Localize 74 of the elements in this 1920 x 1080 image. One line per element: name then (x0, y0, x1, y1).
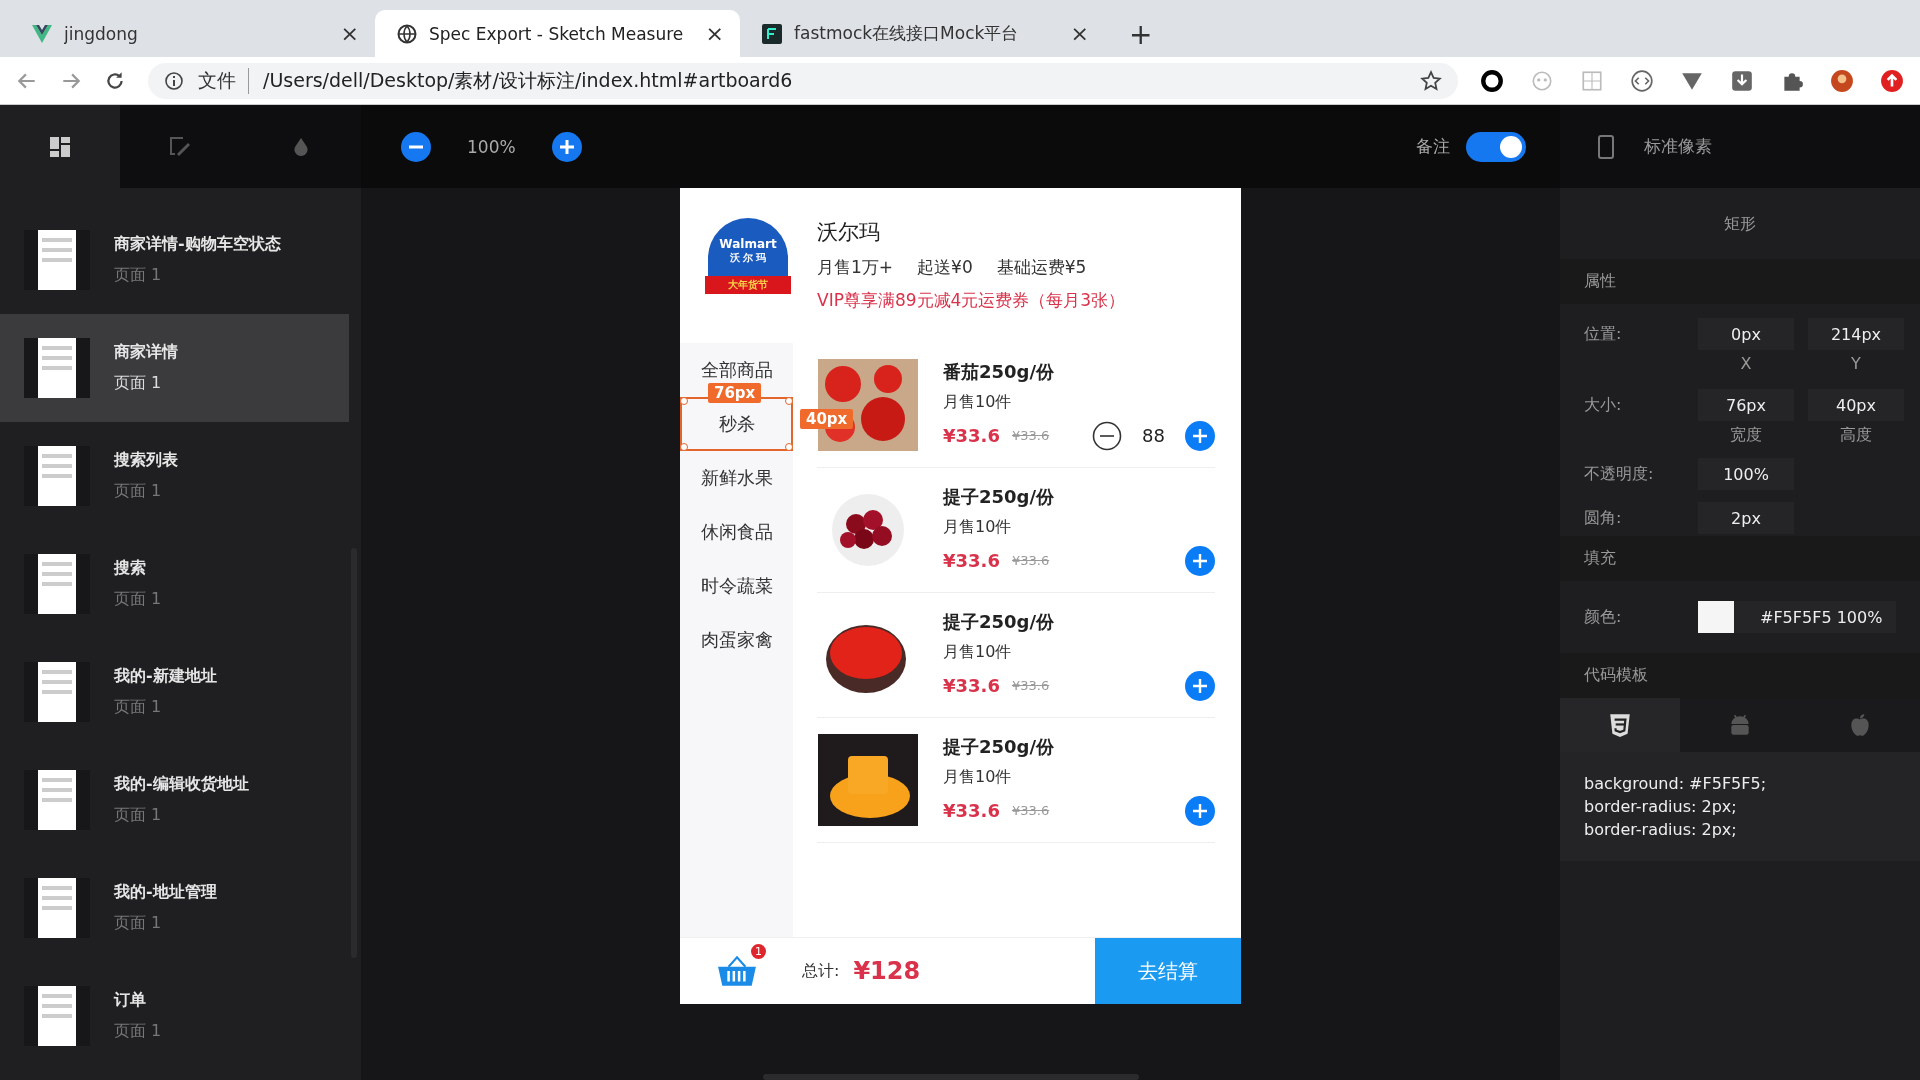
section-heading: 属性 (1560, 259, 1920, 304)
product-sales: 月售10件 (943, 516, 1013, 538)
store-name: 沃尔玛 (817, 219, 881, 246)
property-caption: Y (1851, 354, 1861, 373)
page-label: 页面 1 (114, 373, 163, 394)
property-caption: 高度 (1840, 425, 1872, 446)
property-value: 100% (1698, 458, 1794, 490)
color-value: #F5F5F5 100% (1759, 607, 1883, 627)
artboard-title: 商家详情-购物车空状态 (114, 234, 281, 255)
promo-text: VIP尊享满89元减4元运费券（每月3张） (817, 289, 1126, 312)
property-label: 不透明度: (1584, 463, 1655, 485)
property-label: 大小: (1584, 394, 1623, 416)
product-name: 提子250g/份 (943, 734, 1056, 759)
artboard-title: 搜索 (114, 558, 147, 579)
original-price: ¥33.6 (1011, 553, 1050, 568)
total-label: 总计: (802, 960, 840, 982)
code-line: border-radius: 2px; (1584, 797, 1738, 816)
original-price: ¥33.6 (1011, 428, 1050, 443)
product-price: ¥33.6 (943, 675, 1000, 696)
artboard-title: 我的-地址管理 (114, 882, 217, 903)
product-price: ¥33.6 (943, 425, 1000, 446)
product-sales: 月售10件 (943, 391, 1013, 413)
store-stat: 月售1万+ (817, 256, 894, 279)
property-label: 圆角: (1584, 507, 1623, 529)
total-amount: ¥128 (853, 957, 921, 985)
property-value: 0px (1698, 318, 1794, 350)
width-measure-tooltip: 76px (708, 383, 762, 403)
code-line: background: #F5F5F5; (1584, 774, 1768, 793)
quantity: 88 (1141, 425, 1166, 446)
artboard-title: 我的-编辑收货地址 (114, 774, 249, 795)
section-heading: 填充 (1560, 536, 1920, 581)
property-value: 2px (1698, 502, 1794, 534)
product-sales: 月售10件 (943, 766, 1013, 788)
property-label: 颜色: (1584, 606, 1623, 628)
section-heading: 代码模板 (1560, 653, 1920, 698)
tab-title: fastmock在线接口Mock平台 (794, 22, 1020, 45)
page-label: 页面 1 (114, 481, 163, 502)
property-value: 76px (1698, 389, 1794, 421)
page-label: 页面 1 (114, 697, 163, 718)
store-stat: 起送¥0 (917, 256, 973, 279)
store-logo: Walmart 沃 尔 玛 大年货节 (705, 218, 791, 294)
property-value: 40px (1808, 389, 1904, 421)
page-label: 页面 1 (114, 1021, 162, 1042)
page-label: 页面 1 (114, 913, 163, 934)
code-line: border-radius: 2px; (1584, 820, 1738, 839)
artboard-title: 我的-新建地址 (114, 666, 217, 687)
store-stat: 基础运费¥5 (996, 256, 1087, 279)
tab-title: jingdong (64, 23, 139, 44)
cart-count-badge: 1 (751, 944, 766, 959)
height-measure-tooltip: 40px (800, 409, 854, 429)
url-text: /Users/dell/Desktop/素材/设计标注/index.html#artboard6 (263, 67, 794, 93)
property-caption: X (1740, 354, 1752, 373)
layer-type-title: 矩形 (1723, 213, 1757, 235)
product-sales: 月售10件 (943, 641, 1013, 663)
notes-label: 备注 (1416, 135, 1450, 158)
product-price: ¥33.6 (943, 550, 1000, 571)
zoom-level: 100% (467, 136, 516, 157)
page-label: 页面 1 (114, 589, 162, 610)
page-label: 页面 1 (114, 805, 163, 826)
property-caption: 宽度 (1730, 425, 1762, 446)
artboard-title: 搜索列表 (114, 450, 178, 471)
original-price: ¥33.6 (1011, 803, 1050, 818)
artboard-title: 订单 (114, 990, 147, 1011)
property-value: 214px (1808, 318, 1904, 350)
tab-title: Spec Export - Sketch Measure (429, 23, 685, 44)
product-price: ¥33.6 (943, 800, 1000, 821)
scheme-label: 文件 (198, 67, 249, 94)
artboard-title: 商家详情 (114, 342, 178, 363)
product-name: 提子250g/份 (943, 609, 1056, 634)
page-label: 页面 1 (114, 265, 163, 286)
original-price: ¥33.6 (1011, 678, 1050, 693)
product-name: 番茄250g/份 (943, 359, 1056, 384)
property-label: 位置: (1584, 323, 1623, 345)
product-name: 提子250g/份 (943, 484, 1056, 509)
